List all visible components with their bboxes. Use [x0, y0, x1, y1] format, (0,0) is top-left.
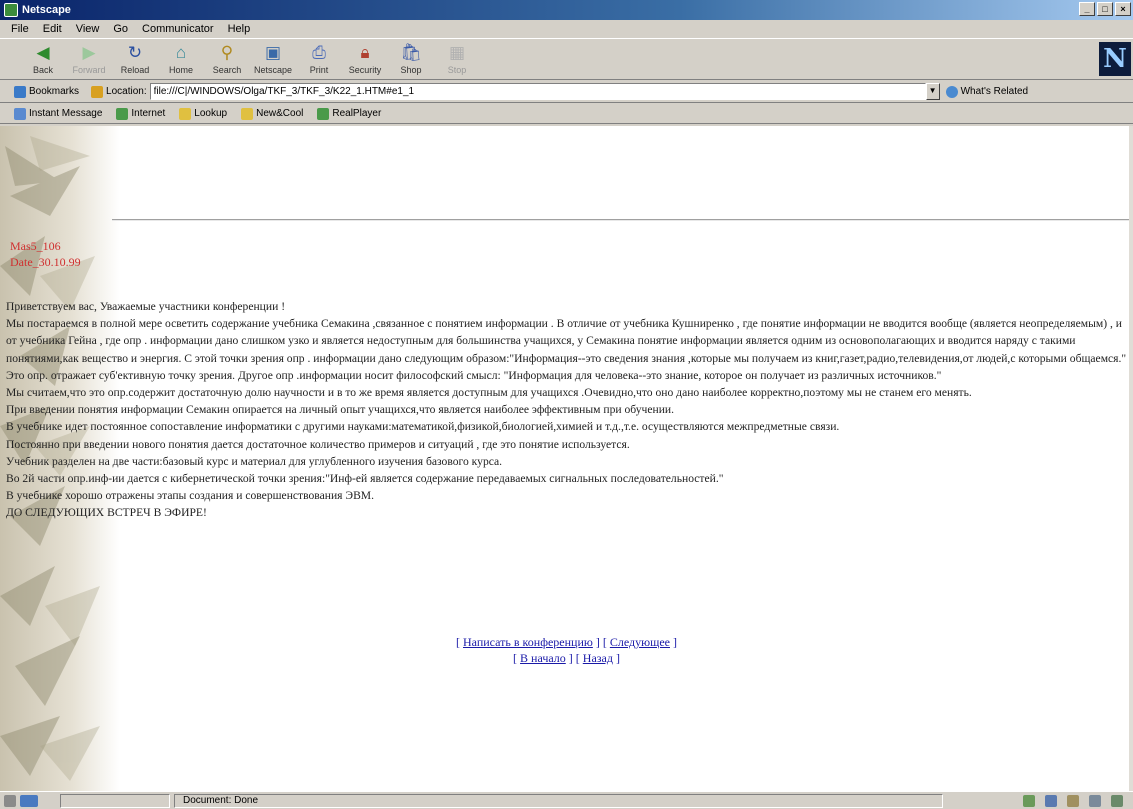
search-button[interactable]: ⚲ Search: [204, 39, 250, 79]
stop-icon: ▦: [448, 43, 466, 62]
instant-message-icon: [14, 107, 26, 120]
internet-icon: [116, 107, 129, 120]
security-button[interactable]: 🔒︎ Security: [342, 39, 388, 79]
stop-button[interactable]: ▦ Stop: [434, 39, 480, 79]
back-icon: ◀: [36, 43, 50, 62]
menu-help[interactable]: Help: [221, 23, 258, 35]
paragraph: Учебник разделен на две части:базовый ку…: [6, 454, 503, 468]
realplayer-icon: [317, 107, 330, 120]
forward-button[interactable]: ▶ Forward: [66, 39, 112, 79]
url-dropdown-button[interactable]: ▼: [925, 83, 940, 100]
paragraph: В учебнике идет постоянное сопоставление…: [6, 420, 840, 434]
close-button[interactable]: ×: [1115, 2, 1131, 16]
online-status-icon[interactable]: [20, 794, 38, 807]
progress-bar: [60, 793, 170, 808]
location-toolbar: Bookmarks Location: ▼ What's Related: [0, 81, 1133, 103]
security-icon: 🔒︎: [360, 43, 370, 62]
horizontal-rule: [112, 219, 1133, 221]
page-content: Mas5_106 Date_30.10.99 Приветствуем вас,…: [0, 126, 1133, 791]
paragraph: При введении понятия информации Семакин …: [6, 403, 675, 417]
paragraph: Приветствуем вас, Уважаемые участники ко…: [6, 300, 286, 313]
discussions-component-icon[interactable]: [1067, 794, 1079, 807]
forward-icon: ▶: [82, 43, 96, 62]
message-body: Приветствуем вас, Уважаемые участники ко…: [6, 298, 1130, 522]
message-id: Mas5_106: [10, 239, 61, 253]
personal-toolbar: Instant Message Internet Lookup New&Cool…: [0, 104, 1133, 124]
menu-file[interactable]: File: [4, 23, 36, 35]
paragraph: Постоянно при введении нового понятия да…: [6, 437, 630, 451]
realplayer-button[interactable]: RealPlayer: [317, 107, 381, 120]
location-label: Location:: [91, 85, 147, 98]
paragraph: Мы считаем,что это опр.содержит достаточ…: [6, 386, 972, 400]
window-title: Netscape: [22, 4, 71, 16]
security-lock-icon[interactable]: [4, 794, 16, 807]
link-to-start[interactable]: В начало: [520, 651, 566, 665]
instant-message-button[interactable]: Instant Message: [14, 107, 102, 120]
mail-component-icon[interactable]: [1045, 794, 1057, 807]
menu-bar: File Edit View Go Communicator Help: [0, 20, 1133, 38]
whats-related-button[interactable]: What's Related: [945, 85, 1028, 98]
menu-communicator[interactable]: Communicator: [135, 23, 221, 35]
navigation-links: [ Написать в конференцию ] [ Следующее ]…: [456, 635, 677, 665]
menu-view[interactable]: View: [69, 23, 107, 35]
closing-line: ДО СЛЕДУЮЩИХ ВСТРЕЧ В ЭФИРЕ!: [6, 506, 207, 520]
url-input[interactable]: [149, 83, 926, 100]
menu-go[interactable]: Go: [106, 23, 135, 35]
location-icon: [91, 85, 104, 98]
shop-button[interactable]: 🛍︎ Shop: [388, 39, 434, 79]
print-icon: ⎙: [312, 43, 326, 62]
netscape-button[interactable]: ▣ Netscape: [250, 39, 296, 79]
link-next[interactable]: Следующее: [610, 635, 670, 649]
link-back[interactable]: Назад: [583, 651, 613, 665]
lookup-button[interactable]: Lookup: [179, 107, 227, 120]
newcool-folder-icon: [241, 107, 254, 120]
composer-component-icon[interactable]: [1089, 794, 1101, 807]
print-button[interactable]: ⎙ Print: [296, 39, 342, 79]
pen-icon[interactable]: [1111, 794, 1123, 807]
paragraph: Во 2й части опр.инф-ии дается с кибернет…: [6, 472, 724, 486]
menu-edit[interactable]: Edit: [36, 23, 69, 35]
bookmarks-button[interactable]: Bookmarks: [14, 85, 79, 98]
navigator-component-icon[interactable]: [1023, 794, 1035, 807]
status-bar: Document: Done: [0, 791, 1133, 809]
navigation-toolbar: ◀ Back ▶ Forward ↻ Reload ⌂ Home ⚲ Searc…: [0, 38, 1133, 80]
reload-icon: ↻: [127, 43, 143, 62]
message-meta: Mas5_106 Date_30.10.99: [10, 238, 81, 270]
home-icon: ⌂: [175, 43, 187, 62]
status-text: Document: Done: [174, 793, 943, 808]
maximize-button[interactable]: □: [1097, 2, 1113, 16]
paragraph: Это опр. отражает суб'ективную точку зре…: [6, 368, 942, 382]
shop-icon: 🛍︎: [400, 43, 422, 62]
bookmarks-icon: [14, 85, 26, 98]
message-date: Date_30.10.99: [10, 255, 81, 269]
home-button[interactable]: ⌂ Home: [158, 39, 204, 79]
newcool-button[interactable]: New&Cool: [241, 107, 303, 120]
back-button[interactable]: ◀ Back: [20, 39, 66, 79]
minimize-button[interactable]: _: [1079, 2, 1095, 16]
reload-button[interactable]: ↻ Reload: [112, 39, 158, 79]
vertical-scrollbar[interactable]: [1129, 126, 1133, 791]
netscape-app-icon: [4, 3, 18, 17]
paragraph: В учебнике хорошо отражены этапы создани…: [6, 489, 375, 503]
title-bar: Netscape _ □ ×: [0, 0, 1133, 20]
lookup-folder-icon: [179, 107, 192, 120]
paragraph: Мы постараемся в полной мере осветить со…: [6, 317, 1127, 365]
whats-related-icon: [945, 85, 958, 98]
search-icon: ⚲: [220, 43, 234, 62]
internet-button[interactable]: Internet: [116, 107, 165, 120]
link-write-to-conference[interactable]: Написать в конференцию: [463, 635, 593, 649]
netscape-icon: ▣: [264, 43, 282, 62]
netscape-logo[interactable]: N: [1099, 42, 1131, 76]
